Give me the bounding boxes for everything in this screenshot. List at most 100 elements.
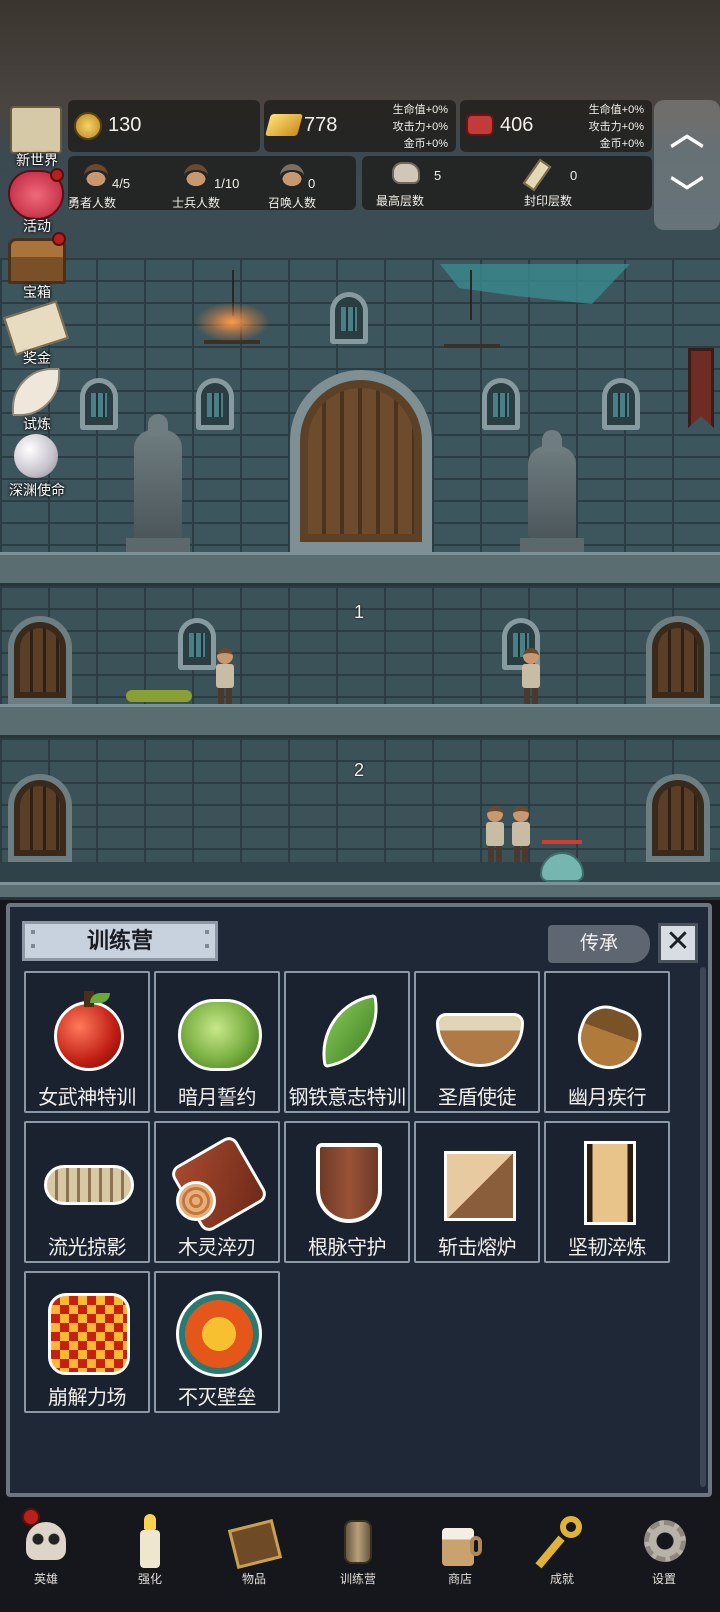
training-item-name: 钢铁意志特训 [288,1087,407,1109]
lantern-icon [334,1514,382,1568]
floor-number: 1 [354,602,365,622]
floor-door [646,616,710,704]
training-item[interactable]: 根脉守护 [284,1121,410,1263]
enemy-hp-bar [542,840,582,844]
gold-coin-icon [74,112,102,140]
training-item-name: 坚韧淬炼 [568,1237,647,1259]
meat-bonus: 生命值+0% 攻击力+0% 金币+0% [588,104,644,150]
nav-items[interactable]: 物品 [214,1514,294,1594]
candle-icon [126,1514,174,1568]
training-item[interactable]: 圣盾使徒 [414,971,540,1113]
max-floor-label: 最高层数 [376,194,425,208]
gold-value: 130 [108,114,142,136]
training-item[interactable]: 女武神特训 [24,971,150,1113]
training-item[interactable]: 暗月誓约 [154,971,280,1113]
nav-label: 英雄 [33,1572,58,1586]
side-trial-button[interactable]: 试炼 [4,366,66,432]
training-camp-panel: 训练营 传承 ✕ 女武神特训 暗月誓约 钢铁意志特训 圣盾使徒 幽月疾行 流光掠… [6,903,712,1497]
window [602,378,640,430]
gold-panel: 130 [68,100,260,152]
training-item[interactable]: 斩击熔炉 [414,1121,540,1263]
scroll-icon [522,158,552,192]
nav-shop[interactable]: 商店 [420,1514,500,1594]
training-item[interactable]: 幽月疾行 [544,971,670,1113]
training-item-name: 女武神特训 [38,1087,136,1109]
panel-title: 训练营 [22,921,218,961]
unit-count-panel: 4/5 勇者人数 1/10 士兵人数 0 召唤人数 [68,156,356,210]
summon-head-icon [280,164,304,188]
notification-badge [50,168,64,182]
training-item[interactable]: 钢铁意志特训 [284,971,410,1113]
wood-block-icon [434,1137,524,1225]
side-reward-button[interactable]: 奖金 [3,300,69,366]
side-abyss-mission-button[interactable]: 深渊使命 [4,432,66,498]
floor-ledge [0,704,720,738]
training-item[interactable]: 不灭壁垒 [154,1271,280,1413]
nav-label: 设置 [651,1572,676,1586]
feather-icon [12,368,60,416]
game-screen: { "resources": { "gold": "130", "gold_ba… [0,0,720,1612]
training-item[interactable]: 崩解力场 [24,1271,150,1413]
hero-unit[interactable] [510,806,532,862]
floor-ledge [0,552,720,586]
nav-label: 商店 [447,1572,472,1586]
side-label: 深渊使命 [9,482,65,498]
side-label: 试炼 [23,416,51,432]
lava-orb-icon [44,1287,134,1375]
leaf-icon [304,987,394,1075]
panel-scrollbar[interactable] [700,967,706,1487]
nav-upgrade[interactable]: 强化 [110,1514,190,1594]
notification-badge [22,1508,40,1526]
wooden-shield-icon [304,1137,394,1225]
castle-gate[interactable] [290,370,432,552]
hero-count-label: 勇者人数 [68,196,117,210]
side-new-world-button[interactable]: 新世界 [4,102,66,168]
training-item[interactable]: 坚韧淬炼 [544,1121,670,1263]
inherit-button[interactable]: 传承 [548,925,650,963]
floor-ledge [0,882,720,900]
side-label: 新世界 [16,152,58,168]
close-button[interactable]: ✕ [658,923,698,963]
bottom-nav: 英雄 强化 物品 训练营 商店 成就 设置 [0,1500,720,1612]
scroll-up-button[interactable]: ︿ [654,106,720,162]
fish-bone-icon [44,1137,134,1225]
gold-bar-icon [265,114,303,136]
soldier-head-icon [184,164,208,188]
soldier-count: 1/10 [214,176,240,191]
hero-unit[interactable] [520,648,542,704]
scroll-down-button[interactable]: ﹀ [654,166,720,222]
gold-bar-value: 778 [304,114,338,136]
window [196,378,234,430]
notification-badge [52,232,66,246]
window [482,378,520,430]
training-item-name: 斩击熔炉 [438,1237,517,1259]
training-item-name: 暗月誓约 [178,1087,257,1109]
training-item-name: 流光掠影 [48,1237,127,1259]
max-floor-value: 5 [434,168,442,183]
hero-unit[interactable] [484,806,506,862]
gold-bar-bonus: 生命值+0% 攻击力+0% 金币+0% [392,104,448,150]
floor-number: 2 [354,760,365,780]
training-item[interactable]: 木灵淬刃 [154,1121,280,1263]
hero-unit[interactable] [214,648,236,704]
nav-training-camp[interactable]: 训练营 [318,1514,398,1594]
nav-achievements[interactable]: 成就 [522,1514,602,1594]
side-event-button[interactable]: 活动 [4,168,66,234]
sealed-floor-value: 0 [570,168,578,183]
knight-statue [528,430,576,540]
soldier-count-label: 士兵人数 [172,196,221,210]
summon-count: 0 [308,176,316,191]
training-item-name: 根脉守护 [308,1237,387,1259]
training-item[interactable]: 流光掠影 [24,1121,150,1263]
pearl-icon [14,434,58,478]
log-icon [168,1133,270,1235]
training-item-name: 不灭壁垒 [178,1387,257,1409]
side-chest-button[interactable]: 宝箱 [4,232,66,300]
tower-shield-icon [564,1137,654,1225]
gear-icon [640,1514,688,1568]
book-stack-icon [10,106,62,154]
nav-heroes[interactable]: 英雄 [6,1508,86,1594]
floor-2-wall [0,738,720,862]
nav-settings[interactable]: 设置 [624,1514,704,1594]
chandelier-lit [194,302,270,344]
